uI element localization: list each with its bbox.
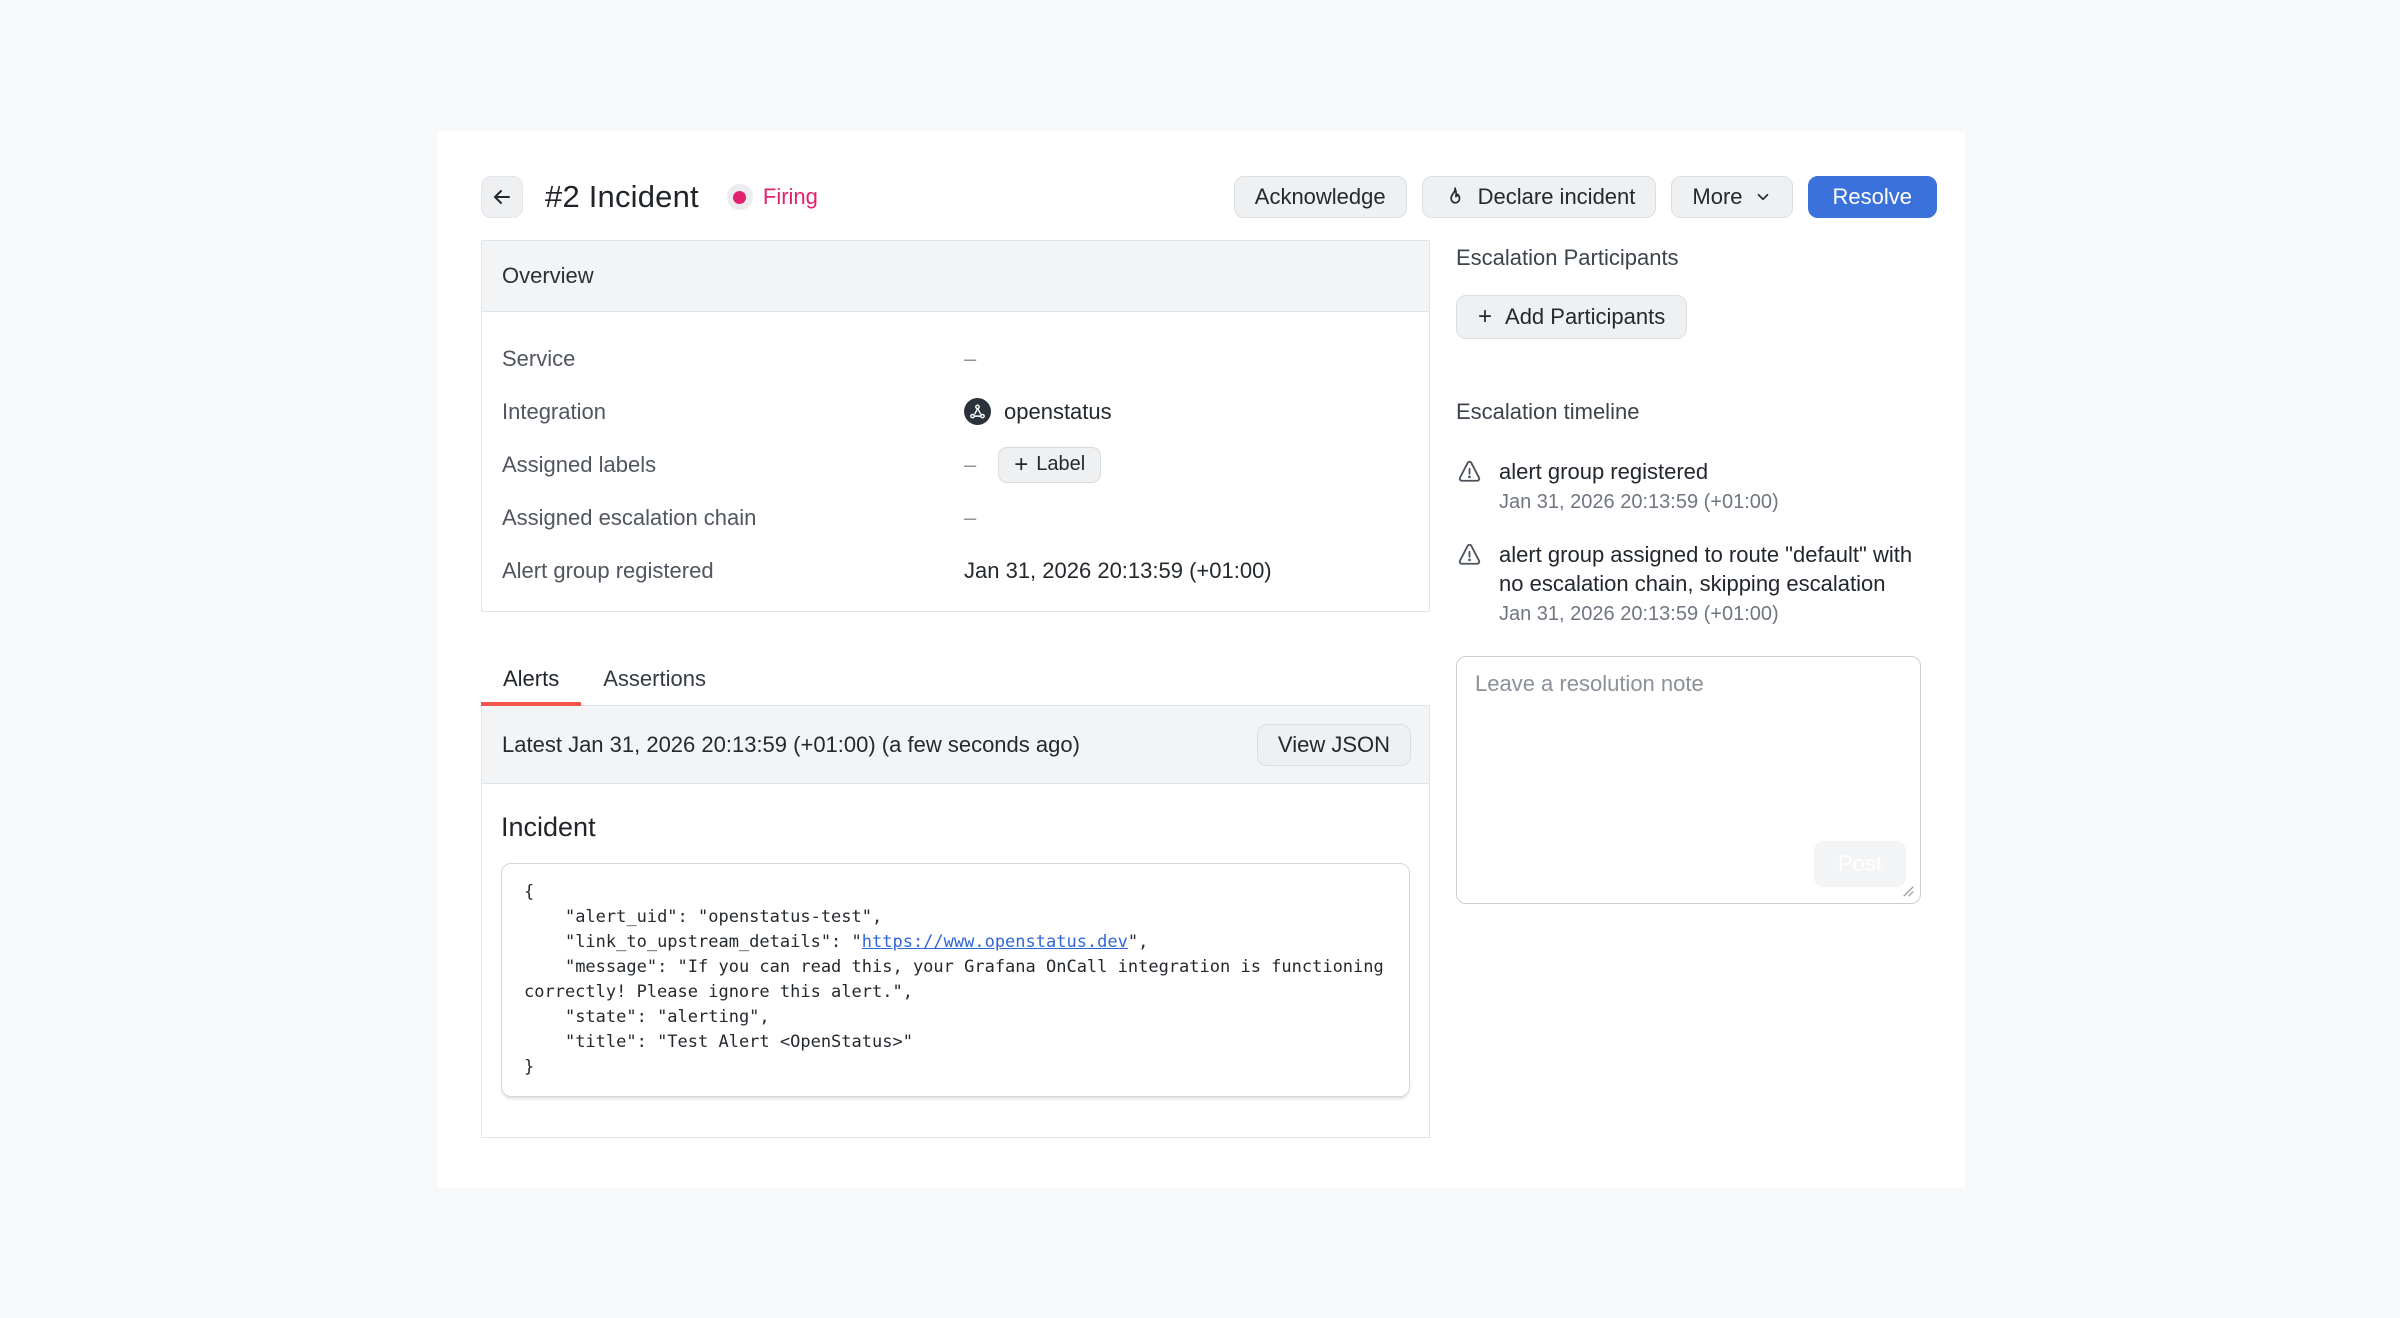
warning-triangle-icon bbox=[1456, 458, 1483, 514]
add-participants-button[interactable]: + Add Participants bbox=[1456, 295, 1687, 339]
overview-panel: Overview Service – Integration bbox=[481, 240, 1430, 612]
tab-alerts[interactable]: Alerts bbox=[481, 666, 581, 706]
resolve-button[interactable]: Resolve bbox=[1808, 176, 1937, 218]
view-json-label: View JSON bbox=[1278, 732, 1390, 758]
payload-text: ", "message": "If you can read this, you… bbox=[524, 932, 1394, 1077]
declare-incident-button[interactable]: Declare incident bbox=[1422, 176, 1657, 218]
row-value: Jan 31, 2026 20:13:59 (+01:00) bbox=[964, 558, 1272, 584]
acknowledge-label: Acknowledge bbox=[1255, 184, 1386, 210]
more-button[interactable]: More bbox=[1671, 176, 1792, 218]
row-value: – bbox=[964, 505, 976, 531]
payload-text: { "alert_uid": "openstatus-test", "link_… bbox=[524, 882, 882, 952]
overview-row-integration: Integration openstatus bbox=[482, 385, 1429, 438]
timeline-item-time: Jan 31, 2026 20:13:59 (+01:00) bbox=[1499, 491, 1779, 514]
warning-triangle-icon bbox=[1456, 541, 1483, 626]
latest-alert-bar: Latest Jan 31, 2026 20:13:59 (+01:00) (a… bbox=[482, 706, 1429, 784]
page-title: #2 Incident bbox=[545, 179, 699, 215]
overview-row-escalation-chain: Assigned escalation chain – bbox=[482, 491, 1429, 544]
row-value: – bbox=[964, 346, 976, 372]
resize-handle-icon[interactable] bbox=[1898, 881, 1917, 900]
incident-header: #2 Incident Firing Acknowledge Declare i… bbox=[481, 176, 1937, 218]
overview-row-registered: Alert group registered Jan 31, 2026 20:1… bbox=[482, 544, 1429, 597]
view-json-button[interactable]: View JSON bbox=[1257, 724, 1411, 766]
add-participants-label: Add Participants bbox=[1505, 304, 1665, 330]
row-label: Assigned labels bbox=[502, 452, 964, 478]
plus-icon: + bbox=[1014, 453, 1028, 477]
flame-icon bbox=[1443, 185, 1467, 209]
add-label-button[interactable]: + Label bbox=[998, 447, 1101, 483]
status-dot-icon bbox=[727, 184, 753, 210]
timeline-item-time: Jan 31, 2026 20:13:59 (+01:00) bbox=[1499, 603, 1921, 626]
tab-bar: Alerts Assertions bbox=[481, 666, 1430, 706]
timeline-item: alert group assigned to route "default" … bbox=[1456, 540, 1921, 626]
declare-incident-label: Declare incident bbox=[1478, 184, 1636, 210]
alert-payload-code: { "alert_uid": "openstatus-test", "link_… bbox=[501, 863, 1410, 1097]
status-label: Firing bbox=[763, 184, 818, 210]
alerts-panel: Latest Jan 31, 2026 20:13:59 (+01:00) (a… bbox=[481, 706, 1430, 1138]
overview-row-service: Service – bbox=[482, 332, 1429, 385]
escalation-participants-title: Escalation Participants bbox=[1456, 245, 1921, 271]
post-note-button[interactable]: Post bbox=[1814, 841, 1906, 887]
row-label: Alert group registered bbox=[502, 558, 964, 584]
acknowledge-button[interactable]: Acknowledge bbox=[1234, 176, 1407, 218]
timeline-item-text: alert group assigned to route "default" … bbox=[1499, 540, 1921, 598]
chevron-down-icon bbox=[1754, 188, 1772, 206]
tab-assertions[interactable]: Assertions bbox=[581, 666, 728, 706]
upstream-link[interactable]: https://www.openstatus.dev bbox=[862, 932, 1128, 952]
resolve-label: Resolve bbox=[1833, 184, 1912, 210]
back-button[interactable] bbox=[481, 176, 523, 218]
status-badge: Firing bbox=[727, 184, 818, 210]
incident-card: #2 Incident Firing Acknowledge Declare i… bbox=[437, 131, 1965, 1188]
row-label: Service bbox=[502, 346, 964, 372]
escalation-timeline-title: Escalation timeline bbox=[1456, 399, 1921, 425]
escalation-timeline: alert group registered Jan 31, 2026 20:1… bbox=[1456, 457, 1921, 626]
integration-name[interactable]: openstatus bbox=[1004, 399, 1112, 425]
incident-section-title: Incident bbox=[501, 812, 1410, 843]
timeline-item: alert group registered Jan 31, 2026 20:1… bbox=[1456, 457, 1921, 514]
plus-icon: + bbox=[1478, 305, 1492, 329]
overview-row-labels: Assigned labels – + Label bbox=[482, 438, 1429, 491]
webhook-icon bbox=[964, 398, 991, 425]
overview-panel-title: Overview bbox=[482, 241, 1429, 312]
latest-alert-text: Latest Jan 31, 2026 20:13:59 (+01:00) (a… bbox=[502, 732, 1080, 758]
more-label: More bbox=[1692, 184, 1742, 210]
resolution-note-box: Post bbox=[1456, 656, 1921, 904]
row-label: Assigned escalation chain bbox=[502, 505, 964, 531]
timeline-item-text: alert group registered bbox=[1499, 457, 1779, 486]
add-label-text: Label bbox=[1036, 453, 1085, 476]
row-value: – bbox=[964, 452, 976, 478]
row-label: Integration bbox=[502, 399, 964, 425]
arrow-left-icon bbox=[490, 185, 514, 209]
